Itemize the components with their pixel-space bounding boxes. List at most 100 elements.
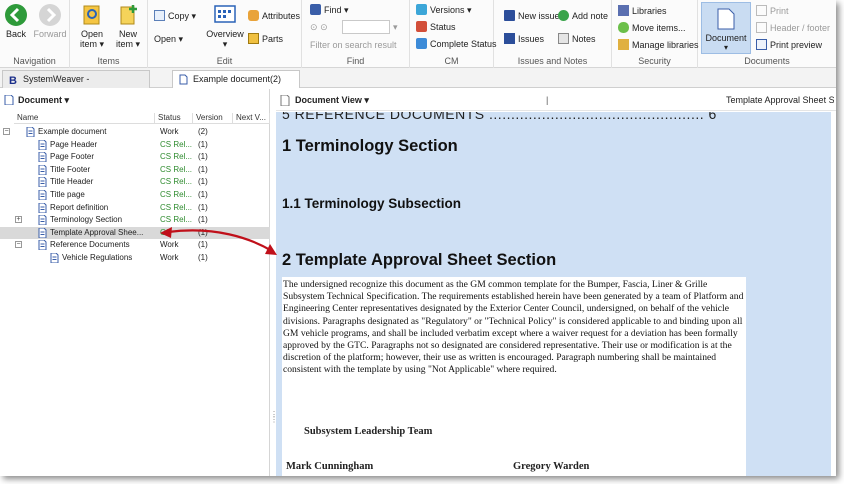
tree-row[interactable]: + Terminology Section CS Rel... (1) [0,214,270,227]
versions-icon [416,4,427,15]
group-issues-notes: New issue Add note Issues Notes Issues a… [494,0,612,68]
header-separator: | [546,95,549,105]
new-issue-icon [504,10,515,21]
add-note-icon [558,10,569,21]
open-item-button[interactable]: Open item ▾ [76,3,108,49]
status-button[interactable]: Status [416,21,456,33]
parts-button[interactable]: Parts [248,33,283,45]
group-title-edit: Edit [216,56,233,66]
tree-item-icon [38,152,47,163]
group-title-cm: CM [444,56,459,66]
group-title-issues-notes: Issues and Notes [517,56,588,66]
add-note-button[interactable]: Add note [558,10,608,22]
tree-row[interactable]: Title page CS Rel... (1) [0,189,270,202]
new-item-icon [120,5,137,25]
document-button[interactable]: Document ▾ [701,2,751,54]
group-documents: Document ▾ Print Header / footer Print p… [698,0,836,68]
tree-row-status: CS Rel... [160,164,193,174]
group-navigation: Back Forward Navigation [0,0,70,68]
tree-row-name: Title page [50,190,85,199]
systemweaver-logo-icon: B [9,75,17,85]
libraries-icon [618,5,629,16]
svg-text:B: B [9,75,17,85]
attributes-button[interactable]: Attributes [248,10,300,22]
manage-libraries-button[interactable]: Manage libraries [618,39,699,51]
copy-button[interactable]: Copy ▾ [154,10,196,22]
manage-libraries-icon [618,39,629,50]
tree-row[interactable]: Report definition CS Rel... (1) [0,202,270,215]
move-items-button[interactable]: Move items... [618,22,686,34]
notes-button[interactable]: Notes [558,33,596,45]
document-view-pane: Document View ▾ | Template Approval Shee… [276,89,836,476]
binoculars-icon [310,4,321,15]
tree-row-name: Template Approval Shee... [50,227,144,237]
collapse-icon[interactable]: − [15,241,22,249]
tab-example-document[interactable]: Example document(2) [172,70,300,88]
tree-row-version: (1) [198,139,208,149]
libraries-button[interactable]: Libraries [618,5,667,17]
print-button[interactable]: Print [756,5,789,17]
tab-systemweaver-demonstration[interactable]: B SystemWeaver - demonstration(1) [2,70,150,101]
tree-row-version: (1) [198,202,208,212]
versions-button[interactable]: Versions ▾ [416,4,472,16]
group-items: Open item ▾ New item ▾ Items [70,0,148,68]
print-preview-button[interactable]: Print preview [756,39,822,51]
group-cm: Versions ▾ Status Complete Status CM [410,0,497,68]
tree-row[interactable]: − Reference Documents Work (1) [0,239,270,252]
complete-status-icon [416,38,427,49]
print-icon [756,5,767,16]
collapse-icon[interactable]: − [3,128,10,135]
tree-row[interactable]: Vehicle Regulations Work (1) [0,252,270,265]
new-issue-button[interactable]: New issue [504,10,560,22]
overview-button[interactable]: Overview ▾ [204,3,246,49]
tree-row-version: (1) [198,152,208,162]
document-icon [717,8,735,30]
tree-row-version: (1) [198,190,208,199]
document-canvas[interactable]: 5 REFERENCE DOCUMENTS ..................… [276,112,831,476]
tree-row[interactable]: Title Header CS Rel... (1) [0,176,270,189]
open-dropdown[interactable]: Open ▾ [154,33,183,45]
document-view-dropdown[interactable]: Document View ▾ [295,89,369,111]
expand-icon[interactable]: + [15,216,22,224]
notes-icon [558,33,569,44]
tree-item-icon [38,177,47,188]
approval-sheet-paper: The undersigned recognize this document … [282,277,746,476]
tree-row-name: Report definition [50,202,109,212]
back-button[interactable]: Back [2,3,30,39]
tree-row[interactable]: − Example document Work (2) [0,126,270,139]
column-header-status[interactable]: Status [155,113,193,124]
find-dropdown-chevron-icon[interactable]: ▾ [393,21,398,33]
parts-icon [248,33,259,44]
signatory-name-right: Gregory Warden [513,461,590,472]
complete-status-button[interactable]: Complete Status [416,38,497,50]
application-window: Back Forward Navigation Open item ▾ New … [0,0,836,476]
tree-item-icon [38,190,47,200]
document-pane-header[interactable]: Document ▾ [0,89,269,111]
new-item-button[interactable]: New item ▾ [112,3,144,49]
column-header-version[interactable]: Version [193,113,233,124]
section-crumb: Template Approval Sheet Sec [726,95,834,105]
document-view-icon [280,95,290,106]
issues-button[interactable]: Issues [504,33,544,45]
column-header-name[interactable]: Name [14,113,155,124]
tree-row-name: Page Footer [50,152,95,162]
find-button[interactable]: Find ▾ [310,4,349,16]
tree-row[interactable]: Page Footer CS Rel... (1) [0,151,270,164]
header-footer-button[interactable]: Header / footer [756,22,830,34]
leadership-team-heading: Subsystem Leadership Team [304,426,433,437]
forward-button[interactable]: Forward [32,3,68,39]
tree-row[interactable]: Title Footer CS Rel... (1) [0,164,270,177]
tree-item-icon [50,253,59,263]
column-header-next-version[interactable]: Next V... [233,113,270,124]
find-search-input[interactable] [342,20,390,34]
signatory-name-left: Mark Cunningham [286,461,374,472]
tree-row-status: Work [160,240,179,250]
tree-row[interactable]: Template Approval Shee... CS (1) [0,226,270,240]
group-title-documents: Documents [744,56,790,66]
group-title-navigation: Navigation [13,56,56,66]
find-nav-arrows[interactable]: ⊙ ⊙ [310,21,328,33]
move-items-icon [618,22,629,33]
tree-row[interactable]: Page Header CS Rel... (1) [0,139,270,152]
tree-item-icon [26,127,35,137]
tree-row-name: Page Header [50,139,98,149]
